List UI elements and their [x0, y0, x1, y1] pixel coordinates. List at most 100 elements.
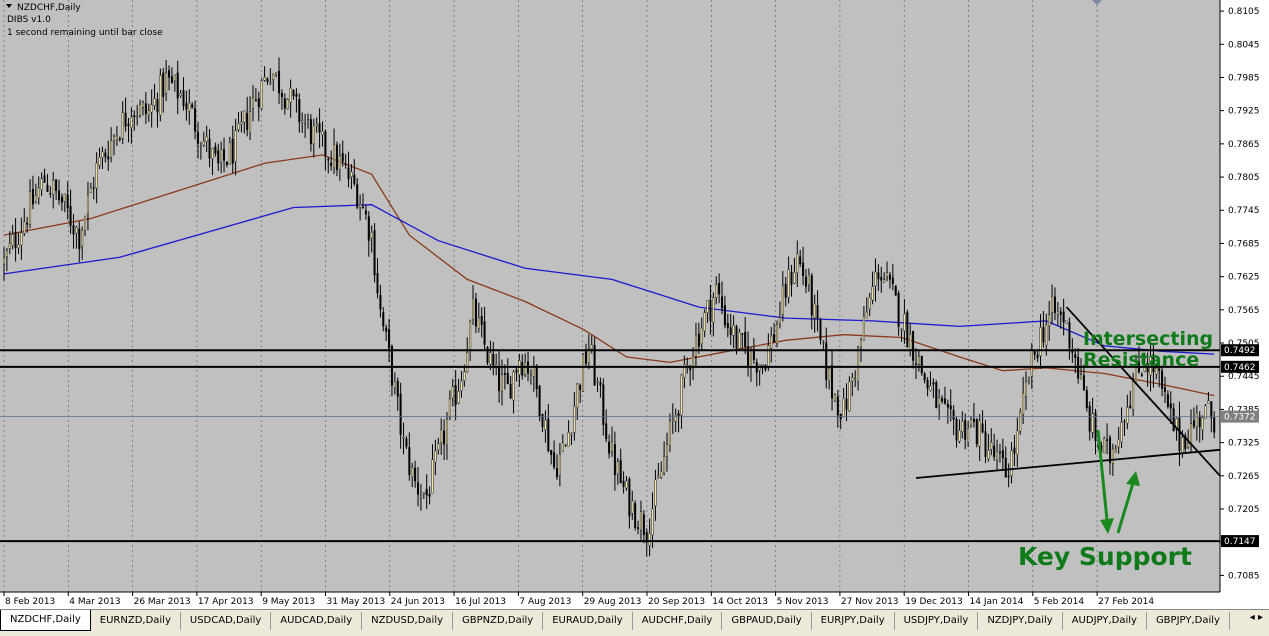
candle-body: [558, 454, 561, 476]
tab-gbpnzd-daily[interactable]: GBPNZD,Daily: [453, 612, 544, 630]
candle-body: [240, 121, 243, 125]
candle-body: [202, 140, 205, 146]
candle-body: [176, 72, 179, 99]
tab-audchf-daily[interactable]: AUDCHF,Daily: [633, 612, 723, 630]
candle-body: [1178, 417, 1181, 451]
candle-body: [506, 372, 509, 385]
candle-body: [251, 97, 254, 109]
candle-body: [749, 349, 752, 368]
tab-nzdjpy-daily[interactable]: NZDJPY,Daily: [978, 612, 1063, 630]
candle-body: [970, 418, 973, 426]
candle-body: [822, 341, 825, 343]
candle-body: [836, 396, 839, 416]
candle-body: [309, 119, 312, 144]
candle-body: [555, 468, 558, 478]
candle-body: [489, 352, 492, 365]
candle-body: [851, 377, 854, 382]
candle-body: [1027, 377, 1030, 380]
candle-body: [1163, 387, 1166, 393]
chart-area[interactable]: 0.8105 0.8045 0.7985 0.7925 0.7865 0.7805 0.77…: [0, 0, 1269, 609]
candle-body: [550, 449, 553, 455]
tab-nzdusd-daily[interactable]: NZDUSD,Daily: [362, 612, 454, 630]
candle-body: [998, 451, 1001, 454]
candle-body: [1019, 412, 1022, 432]
candle-body: [139, 103, 142, 116]
candle-body: [191, 104, 194, 108]
tab-gbpjpy-daily[interactable]: GBPJPY,Daily: [1147, 612, 1230, 630]
candle-body: [130, 116, 133, 128]
candle-body: [735, 326, 738, 349]
price-tick-label: 0.8105: [1228, 7, 1260, 17]
candle-body: [333, 144, 336, 169]
candle-body: [72, 225, 75, 235]
candle-body: [634, 503, 637, 528]
candle-body: [547, 418, 550, 451]
tab-usdcad-daily[interactable]: USDCAD,Daily: [181, 612, 272, 630]
candle-body: [98, 156, 101, 166]
candle-body: [1132, 381, 1135, 410]
candle-body: [133, 115, 136, 118]
tab-scroll-arrows-icon[interactable]: ◂ ▸: [1244, 610, 1269, 625]
time-tick-label: 31 May 2013: [327, 597, 386, 607]
candle-body: [700, 327, 703, 344]
tab-audcad-daily[interactable]: AUDCAD,Daily: [271, 612, 363, 630]
candle-body: [405, 438, 408, 447]
candle-body: [434, 450, 437, 463]
candle-body: [385, 327, 388, 332]
candle-body: [1140, 374, 1143, 376]
candle-body: [463, 371, 466, 382]
candle-body: [677, 413, 680, 417]
candle-body: [113, 136, 116, 141]
candle-body: [220, 149, 223, 163]
candle-body: [886, 272, 889, 278]
candle-body: [451, 386, 454, 399]
price-tick-label: 0.8045: [1228, 40, 1260, 50]
candle-body: [1129, 405, 1132, 409]
candle-body: [60, 196, 63, 203]
tab-gbpaud-daily[interactable]: GBPAUD,Daily: [722, 612, 812, 630]
candle-body: [37, 187, 40, 199]
candle-body: [170, 76, 173, 83]
candle-body: [1004, 457, 1007, 478]
candle-body: [66, 194, 69, 209]
candle-body: [1062, 311, 1065, 323]
tab-nzdchf-daily[interactable]: NZDCHF,Daily: [0, 610, 91, 631]
price-tick-label: 0.7745: [1228, 206, 1260, 216]
candle-body: [958, 430, 961, 442]
candle-body: [376, 272, 379, 294]
candle-body: [703, 312, 706, 332]
candle-body: [379, 295, 382, 310]
candle-body: [813, 303, 816, 319]
candle-body: [417, 482, 420, 495]
candle-body: [217, 150, 220, 164]
candle-body: [419, 495, 422, 498]
tab-audjpy-daily[interactable]: AUDJPY,Daily: [1063, 612, 1147, 630]
candle-body: [538, 385, 541, 417]
tab-usdjpy-daily[interactable]: USDJPY,Daily: [895, 612, 979, 630]
candle-body: [709, 299, 712, 321]
candle-body: [249, 111, 252, 133]
candle-body: [657, 475, 660, 478]
candle-body: [34, 195, 37, 202]
candle-body: [810, 275, 813, 316]
candle-body: [674, 414, 677, 422]
tab-eurjpy-daily[interactable]: EURJPY,Daily: [812, 612, 895, 630]
candle-body: [941, 398, 944, 402]
candle-body: [414, 467, 417, 482]
candle-body: [524, 362, 527, 375]
candle-body: [280, 92, 283, 98]
level-price-label: 0.7147: [1224, 537, 1256, 547]
candle-body: [926, 379, 929, 389]
candle-body: [208, 138, 211, 159]
candle-body: [996, 451, 999, 461]
tab-eurnzd-daily[interactable]: EURNZD,Daily: [91, 612, 181, 630]
tab-euraud-daily[interactable]: EURAUD,Daily: [543, 612, 633, 630]
candle-body: [1051, 295, 1054, 313]
candle-body: [445, 418, 448, 446]
candle-body: [773, 333, 776, 343]
candle-body: [1025, 381, 1028, 397]
candle-body: [194, 108, 197, 132]
candle-body: [796, 253, 799, 273]
candle-body: [228, 142, 231, 165]
candle-body: [179, 93, 182, 96]
